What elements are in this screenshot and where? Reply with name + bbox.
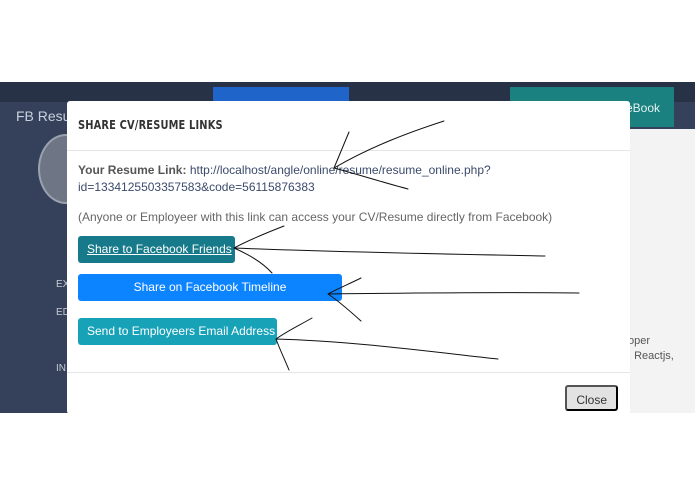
background-content-panel: oper , Reactjs, <box>628 129 695 413</box>
modal-footer: Close <box>67 372 630 414</box>
send-employer-email-button[interactable]: Send to Employeers Email Address <box>78 318 277 345</box>
modal-header: SHARE CV/RESUME LINKS <box>67 101 630 151</box>
resume-link-block: Your Resume Link: http://localhost/angle… <box>78 162 619 196</box>
app-brand: FB Resu <box>16 108 71 124</box>
share-facebook-friends-button[interactable]: Share to Facebook Friends <box>78 236 235 263</box>
content-line-1: oper <box>628 335 651 347</box>
resume-link-label: Your Resume Link: <box>78 163 187 177</box>
access-note: (Anyone or Employeer with this link can … <box>78 210 553 224</box>
close-button[interactable]: Close <box>565 385 618 411</box>
modal-title: SHARE CV/RESUME LINKS <box>78 118 223 132</box>
content-line-2: , Reactjs, <box>628 350 674 362</box>
side-label-3: IN <box>56 363 66 374</box>
screen: FB Resu eBook EX ED IN oper , Reactjs, S… <box>0 0 695 494</box>
share-resume-modal: SHARE CV/RESUME LINKS Your Resume Link: … <box>67 101 630 414</box>
modal-body: Your Resume Link: http://localhost/angle… <box>67 151 630 345</box>
share-facebook-timeline-button[interactable]: Share on Facebook Timeline <box>78 274 342 301</box>
